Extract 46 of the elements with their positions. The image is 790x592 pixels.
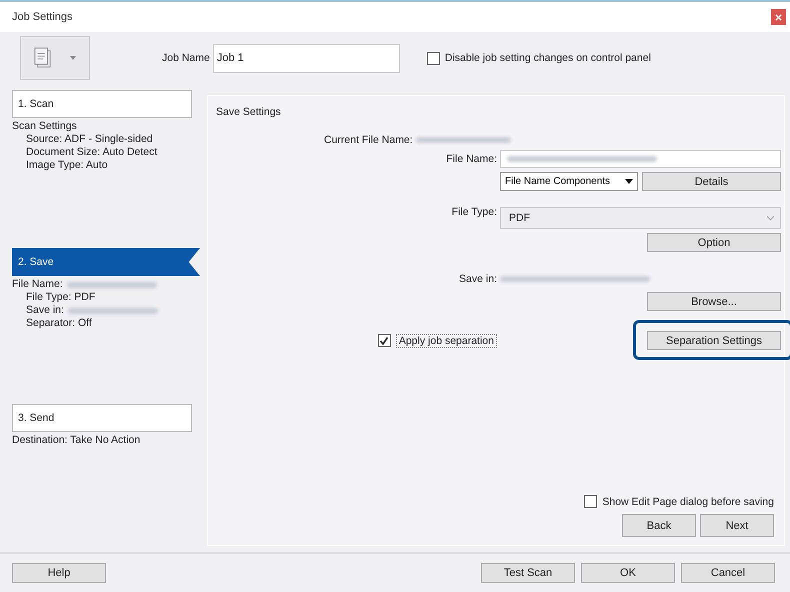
field-label: Current File Name: — [324, 134, 413, 146]
step-detail-text: Scan Settings — [12, 120, 77, 133]
dialog-button[interactable]: OK — [581, 563, 675, 583]
checkbox[interactable] — [426, 52, 440, 64]
checkbox-label: Show Edit Page dialog before saving — [602, 496, 774, 508]
dialog-button[interactable]: Cancel — [681, 563, 775, 583]
details-button[interactable]: Details — [642, 172, 781, 191]
checkbox-label: Disable job setting changes on control panel — [444, 52, 651, 64]
checkbox[interactable] — [584, 495, 598, 508]
step-detail-text: File Type: PDF — [26, 291, 96, 304]
window-title: Job Settings — [12, 11, 73, 23]
step-tab[interactable]: 1. Scan — [12, 90, 192, 118]
document-stack-icon — [34, 47, 52, 69]
checkbox-label: Apply job separation — [396, 334, 497, 348]
nav-button[interactable]: Next — [700, 514, 774, 537]
step-detail-text: Destination: Take No Action — [12, 434, 140, 447]
step-detail-text: Document Size: Auto Detect — [26, 146, 158, 159]
components-dropdown[interactable]: File Name Components — [500, 172, 638, 191]
step-detail-text: File Name: — [12, 278, 63, 291]
close-icon — [775, 14, 782, 20]
section-title: Save Settings — [216, 106, 282, 118]
field-label: File Name: — [446, 153, 497, 165]
dialog-button[interactable]: Test Scan — [481, 563, 575, 583]
step-detail-text: Image Type: Auto — [26, 159, 108, 172]
browse-button[interactable]: Browse... — [647, 292, 781, 311]
field-label: Save in: — [459, 273, 497, 285]
job-name-field[interactable]: Job 1 — [212, 44, 400, 72]
file-type-select[interactable]: PDF — [500, 207, 781, 229]
close-button[interactable] — [771, 9, 786, 25]
caret-icon — [625, 179, 633, 184]
chevron-down-icon — [767, 216, 774, 220]
field-label: File Type: — [452, 206, 497, 218]
job-name-label: Job Name — [162, 52, 210, 64]
option-button[interactable]: Option — [647, 233, 781, 252]
help-button[interactable]: Help — [12, 563, 106, 583]
step-detail-text: Separator: Off — [26, 317, 92, 330]
file-name-field[interactable] — [500, 150, 781, 168]
step-tab[interactable]: 3. Send — [12, 404, 192, 432]
separation-settings-button[interactable]: Separation Settings — [647, 331, 781, 350]
job-menu-button[interactable] — [20, 36, 90, 80]
checkbox[interactable] — [378, 334, 391, 347]
step-detail-text: Save in: — [26, 304, 64, 317]
nav-button[interactable]: Back — [622, 514, 696, 537]
caret-icon — [70, 56, 76, 60]
step-detail-text: Source: ADF - Single-sided — [26, 133, 153, 146]
step-tab[interactable]: 2. Save — [12, 248, 200, 276]
